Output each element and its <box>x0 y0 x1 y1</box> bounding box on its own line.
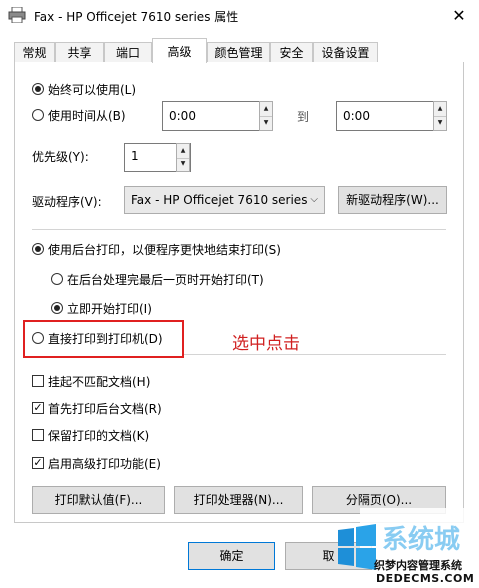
keep-printed-checkbox[interactable] <box>32 429 44 441</box>
tab-security[interactable]: 安全 <box>270 42 313 62</box>
separator <box>32 229 446 230</box>
use-spool-radio[interactable] <box>32 243 44 255</box>
start-immediately-label: 立即开始打印(I) <box>67 302 152 316</box>
always-available-radio[interactable] <box>32 83 44 95</box>
always-available-label: 始终可以使用(L) <box>48 83 137 97</box>
watermark-line2: DEDECMS.COM <box>376 572 475 585</box>
printing-defaults-button[interactable]: 打印默认值(F)... <box>32 486 165 514</box>
spin-up-icon[interactable]: ▲ <box>434 102 446 117</box>
highlight-box <box>23 320 184 358</box>
from-time-input[interactable]: 0:00 <box>162 101 273 131</box>
to-time-input[interactable]: 0:00 <box>336 101 447 131</box>
driver-select[interactable]: Fax - HP Officejet 7610 series ⌵ <box>124 186 325 214</box>
start-after-last-page-label: 在后台处理完最后一页时开始打印(T) <box>67 273 264 287</box>
tab-device-settings[interactable]: 设备设置 <box>313 42 378 62</box>
hold-mismatched-label: 挂起不匹配文档(H) <box>48 375 151 389</box>
window-title: Fax - HP Officejet 7610 series 属性 <box>34 10 239 24</box>
tab-general[interactable]: 常规 <box>14 42 55 62</box>
keep-printed-label: 保留打印的文档(K) <box>48 429 150 443</box>
use-spool-label: 使用后台打印，以便程序更快地结束打印(S) <box>48 243 281 257</box>
watermark-logo-text: 系统城 <box>382 524 460 555</box>
print-spooled-first-checkbox[interactable]: ✓ <box>32 402 44 414</box>
priority-spinner[interactable]: ▲ ▼ <box>176 143 190 172</box>
spin-down-icon[interactable]: ▼ <box>434 116 446 130</box>
ok-button[interactable]: 确定 <box>188 542 275 570</box>
advanced-features-checkbox[interactable]: ✓ <box>32 457 44 469</box>
new-driver-button[interactable]: 新驱动程序(W)... <box>338 186 447 214</box>
close-icon[interactable]: ✕ <box>446 4 472 28</box>
spin-up-icon[interactable]: ▲ <box>260 102 272 117</box>
printer-icon <box>8 7 26 23</box>
spin-up-icon[interactable]: ▲ <box>177 144 189 159</box>
spin-down-icon[interactable]: ▼ <box>177 158 189 172</box>
driver-label: 驱动程序(V): <box>32 195 102 209</box>
priority-label: 优先级(Y): <box>32 150 89 164</box>
advanced-features-label: 启用高级打印功能(E) <box>48 457 161 471</box>
available-from-label: 使用时间从(B) <box>48 109 126 123</box>
hold-mismatched-checkbox[interactable] <box>32 375 44 387</box>
watermark-line1: 织梦内容管理系统 <box>374 559 462 572</box>
from-time-spinner[interactable]: ▲ ▼ <box>259 101 273 131</box>
spin-down-icon[interactable]: ▼ <box>260 116 272 130</box>
tab-sharing[interactable]: 共享 <box>55 42 104 62</box>
tab-ports[interactable]: 端口 <box>104 42 152 62</box>
driver-select-value: Fax - HP Officejet 7610 series <box>131 193 308 207</box>
to-label: 到 <box>297 110 310 124</box>
tab-advanced[interactable]: 高级 <box>152 38 207 63</box>
print-spooled-first-label: 首先打印后台文档(R) <box>48 402 162 416</box>
print-processor-button[interactable]: 打印处理器(N)... <box>174 486 303 514</box>
start-immediately-radio[interactable] <box>51 302 63 314</box>
advanced-panel <box>14 62 464 523</box>
start-after-last-page-radio[interactable] <box>51 273 63 285</box>
chevron-down-icon: ⌵ <box>310 194 318 205</box>
separator <box>184 354 446 355</box>
annotation-text: 选中点击 <box>232 334 300 354</box>
to-time-spinner[interactable]: ▲ ▼ <box>433 101 447 131</box>
available-from-radio[interactable] <box>32 109 44 121</box>
tab-color-management[interactable]: 颜色管理 <box>207 42 270 62</box>
